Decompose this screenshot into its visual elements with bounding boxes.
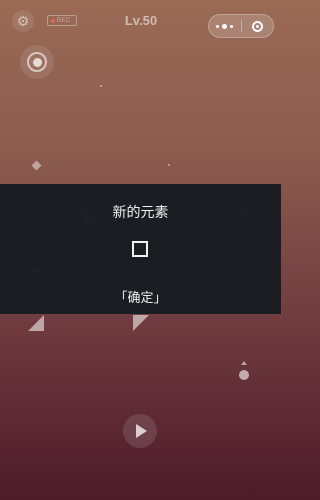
- square-element-icon: [132, 241, 148, 257]
- dialog-title: 新的元素: [112, 204, 169, 220]
- triangle-piece: [133, 315, 149, 331]
- record-dot-icon: [51, 18, 55, 23]
- settings-gear-icon[interactable]: ⚙: [12, 10, 34, 32]
- slider-knob: [239, 370, 249, 380]
- record-label: REC: [57, 17, 71, 24]
- triangle-piece: [28, 315, 44, 331]
- more-options-icon[interactable]: [209, 15, 241, 37]
- slider-handle[interactable]: [238, 361, 250, 385]
- close-miniprogram-icon[interactable]: [241, 15, 273, 37]
- play-button[interactable]: [123, 414, 157, 448]
- record-badge[interactable]: REC: [47, 15, 77, 26]
- new-element-dialog: 新的元素 「确定」: [0, 184, 281, 314]
- diamond-piece: [31, 160, 42, 171]
- up-arrow-icon: [241, 361, 247, 365]
- play-icon: [136, 424, 147, 438]
- level-indicator: Lv.50: [124, 13, 158, 28]
- confirm-button[interactable]: 「确定」: [100, 287, 181, 306]
- restart-target-icon[interactable]: [20, 45, 54, 79]
- star-dot: [100, 85, 102, 87]
- miniprogram-capsule: [208, 14, 274, 38]
- star-dot: [168, 164, 170, 166]
- game-stage: ⚙ REC Lv.50 新的元素 「确定」: [0, 0, 281, 500]
